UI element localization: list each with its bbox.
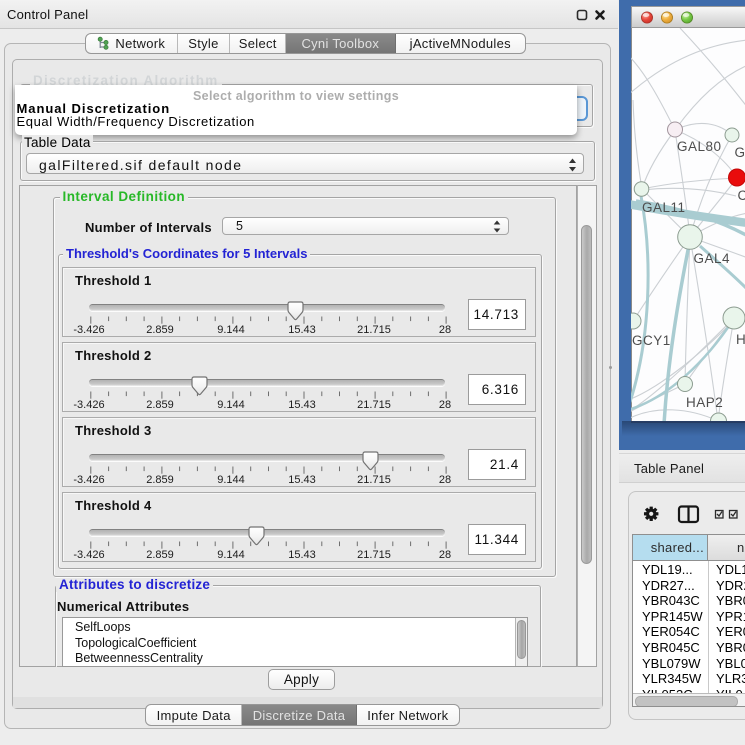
svg-text:GCY1: GCY1	[632, 333, 671, 348]
svg-text:GAL4: GAL4	[694, 251, 731, 266]
svg-text:HAP2: HAP2	[686, 395, 723, 410]
svg-text:C: C	[738, 188, 745, 203]
svg-text:GA: GA	[735, 145, 745, 160]
svg-text:GAL80: GAL80	[677, 139, 722, 154]
svg-text:GAL11: GAL11	[642, 200, 686, 215]
svg-text:H: H	[736, 332, 745, 347]
